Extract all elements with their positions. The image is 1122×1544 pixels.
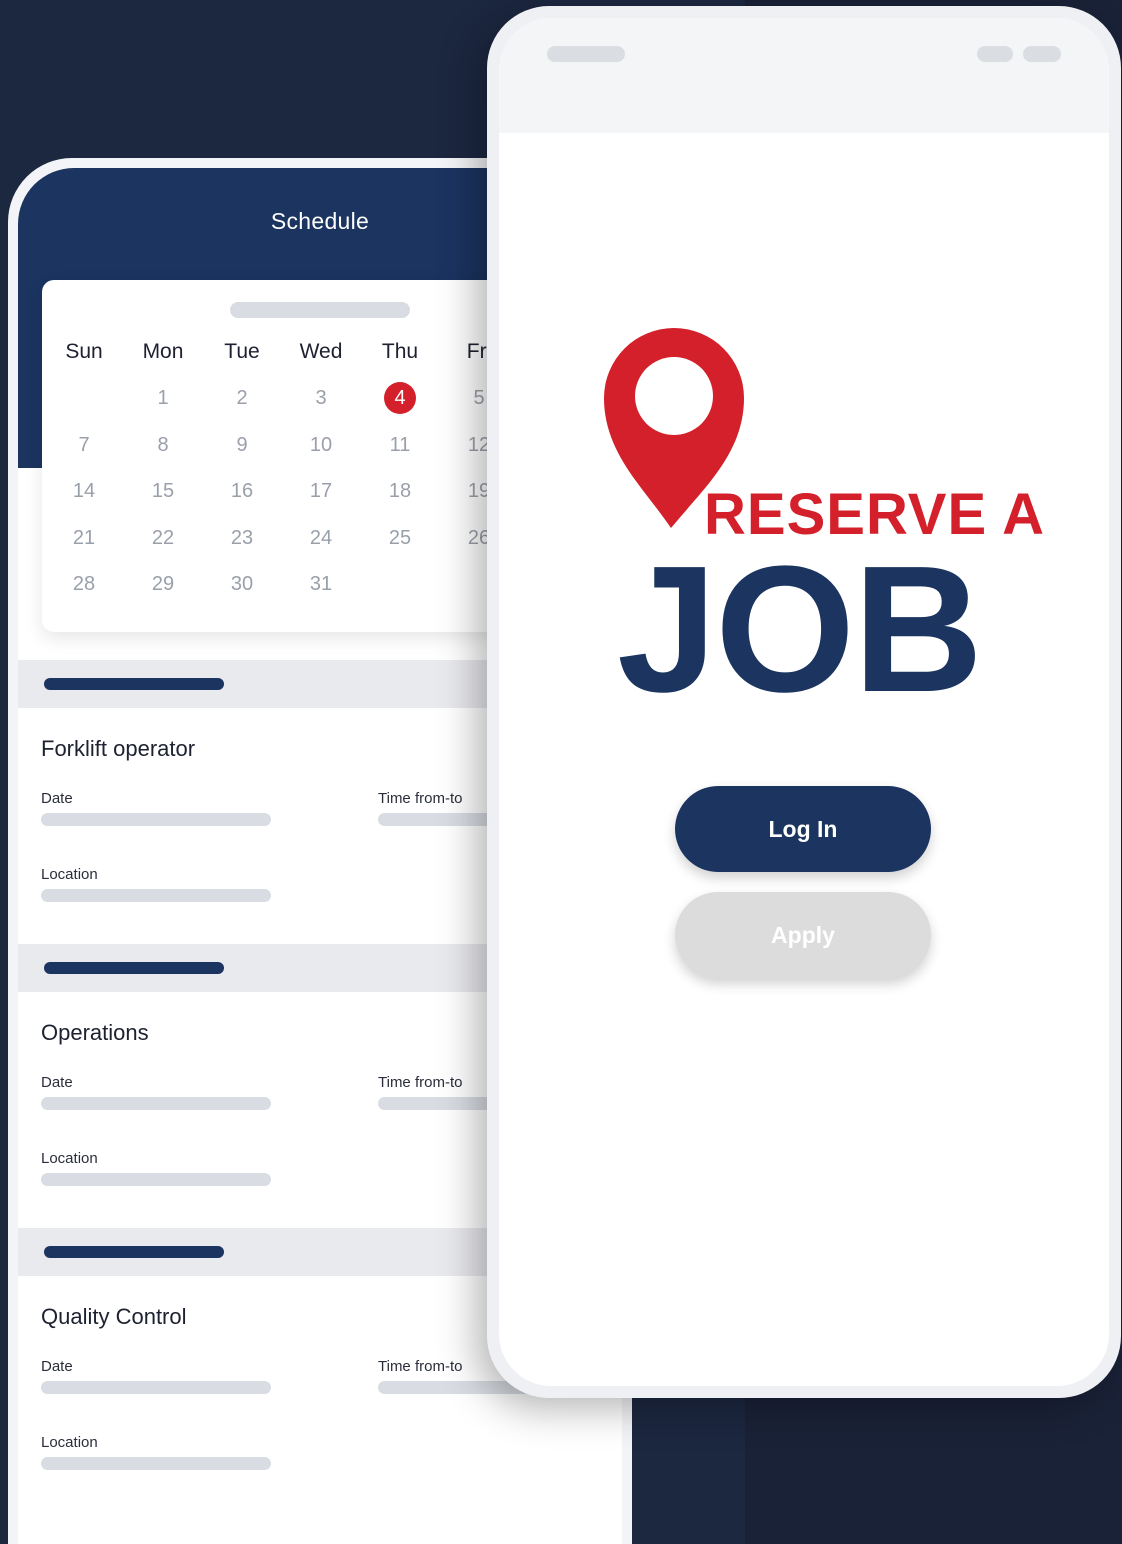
- time-label: Time from-to: [378, 1074, 463, 1091]
- date-label: Date: [41, 1074, 73, 1091]
- battery-icon: [1023, 46, 1061, 62]
- calendar-day[interactable]: 24: [291, 527, 351, 550]
- location-value-placeholder: [41, 1457, 271, 1470]
- calendar-day[interactable]: 22: [133, 527, 193, 550]
- calendar-day[interactable]: 4: [370, 387, 430, 410]
- logo-text-job: JOB: [617, 529, 983, 730]
- calendar-day[interactable]: 23: [212, 527, 272, 550]
- calendar-day[interactable]: 17: [291, 480, 351, 503]
- weekday-label: Mon: [142, 340, 184, 363]
- calendar-day[interactable]: 16: [212, 480, 272, 503]
- calendar-day[interactable]: 28: [54, 573, 114, 596]
- status-bar: [499, 18, 1109, 133]
- calendar-day[interactable]: 25: [370, 527, 430, 550]
- calendar-day[interactable]: 18: [370, 480, 430, 503]
- calendar-day[interactable]: 11: [370, 434, 430, 457]
- calendar-day[interactable]: 29: [133, 573, 193, 596]
- login-screen: RESERVE A JOB Log In Apply: [499, 18, 1109, 1386]
- calendar-day[interactable]: 15: [133, 480, 193, 503]
- calendar-day[interactable]: 8: [133, 434, 193, 457]
- calendar-day[interactable]: 3: [291, 387, 351, 410]
- calendar-day[interactable]: 31: [291, 573, 351, 596]
- location-label: Location: [41, 866, 98, 883]
- calendar-day[interactable]: 30: [212, 573, 272, 596]
- login-phone: RESERVE A JOB Log In Apply: [487, 6, 1121, 1398]
- job-title[interactable]: Quality Control: [41, 1304, 187, 1330]
- calendar-day[interactable]: 14: [54, 480, 114, 503]
- date-value-placeholder: [41, 813, 271, 826]
- calendar-day[interactable]: 7: [54, 434, 114, 457]
- section-bar: [44, 678, 224, 690]
- time-label: Time from-to: [378, 790, 463, 807]
- job-title[interactable]: Forklift operator: [41, 736, 195, 762]
- location-label: Location: [41, 1150, 98, 1167]
- date-value-placeholder: [41, 1097, 271, 1110]
- calendar-day[interactable]: 2: [212, 387, 272, 410]
- month-placeholder: [230, 302, 410, 318]
- location-value-placeholder: [41, 889, 271, 902]
- time-label: Time from-to: [378, 1358, 463, 1375]
- date-label: Date: [41, 1358, 73, 1375]
- section-bar: [44, 962, 224, 974]
- apply-button[interactable]: Apply: [675, 892, 931, 978]
- signal-icon: [977, 46, 1013, 62]
- weekday-label: Tue: [224, 340, 260, 363]
- login-button[interactable]: Log In: [675, 786, 931, 872]
- location-value-placeholder: [41, 1173, 271, 1186]
- status-indicator: [547, 46, 625, 62]
- calendar-day[interactable]: 21: [54, 527, 114, 550]
- date-value-placeholder: [41, 1381, 271, 1394]
- section-bar: [44, 1246, 224, 1258]
- calendar-day[interactable]: 9: [212, 434, 272, 457]
- date-label: Date: [41, 790, 73, 807]
- location-label: Location: [41, 1434, 98, 1451]
- job-title[interactable]: Operations: [41, 1020, 149, 1046]
- calendar-day[interactable]: 10: [291, 434, 351, 457]
- weekday-label: Thu: [381, 340, 419, 363]
- weekday-label: Sun: [65, 340, 103, 363]
- calendar-day[interactable]: 1: [133, 387, 193, 410]
- weekday-label: Wed: [299, 340, 343, 363]
